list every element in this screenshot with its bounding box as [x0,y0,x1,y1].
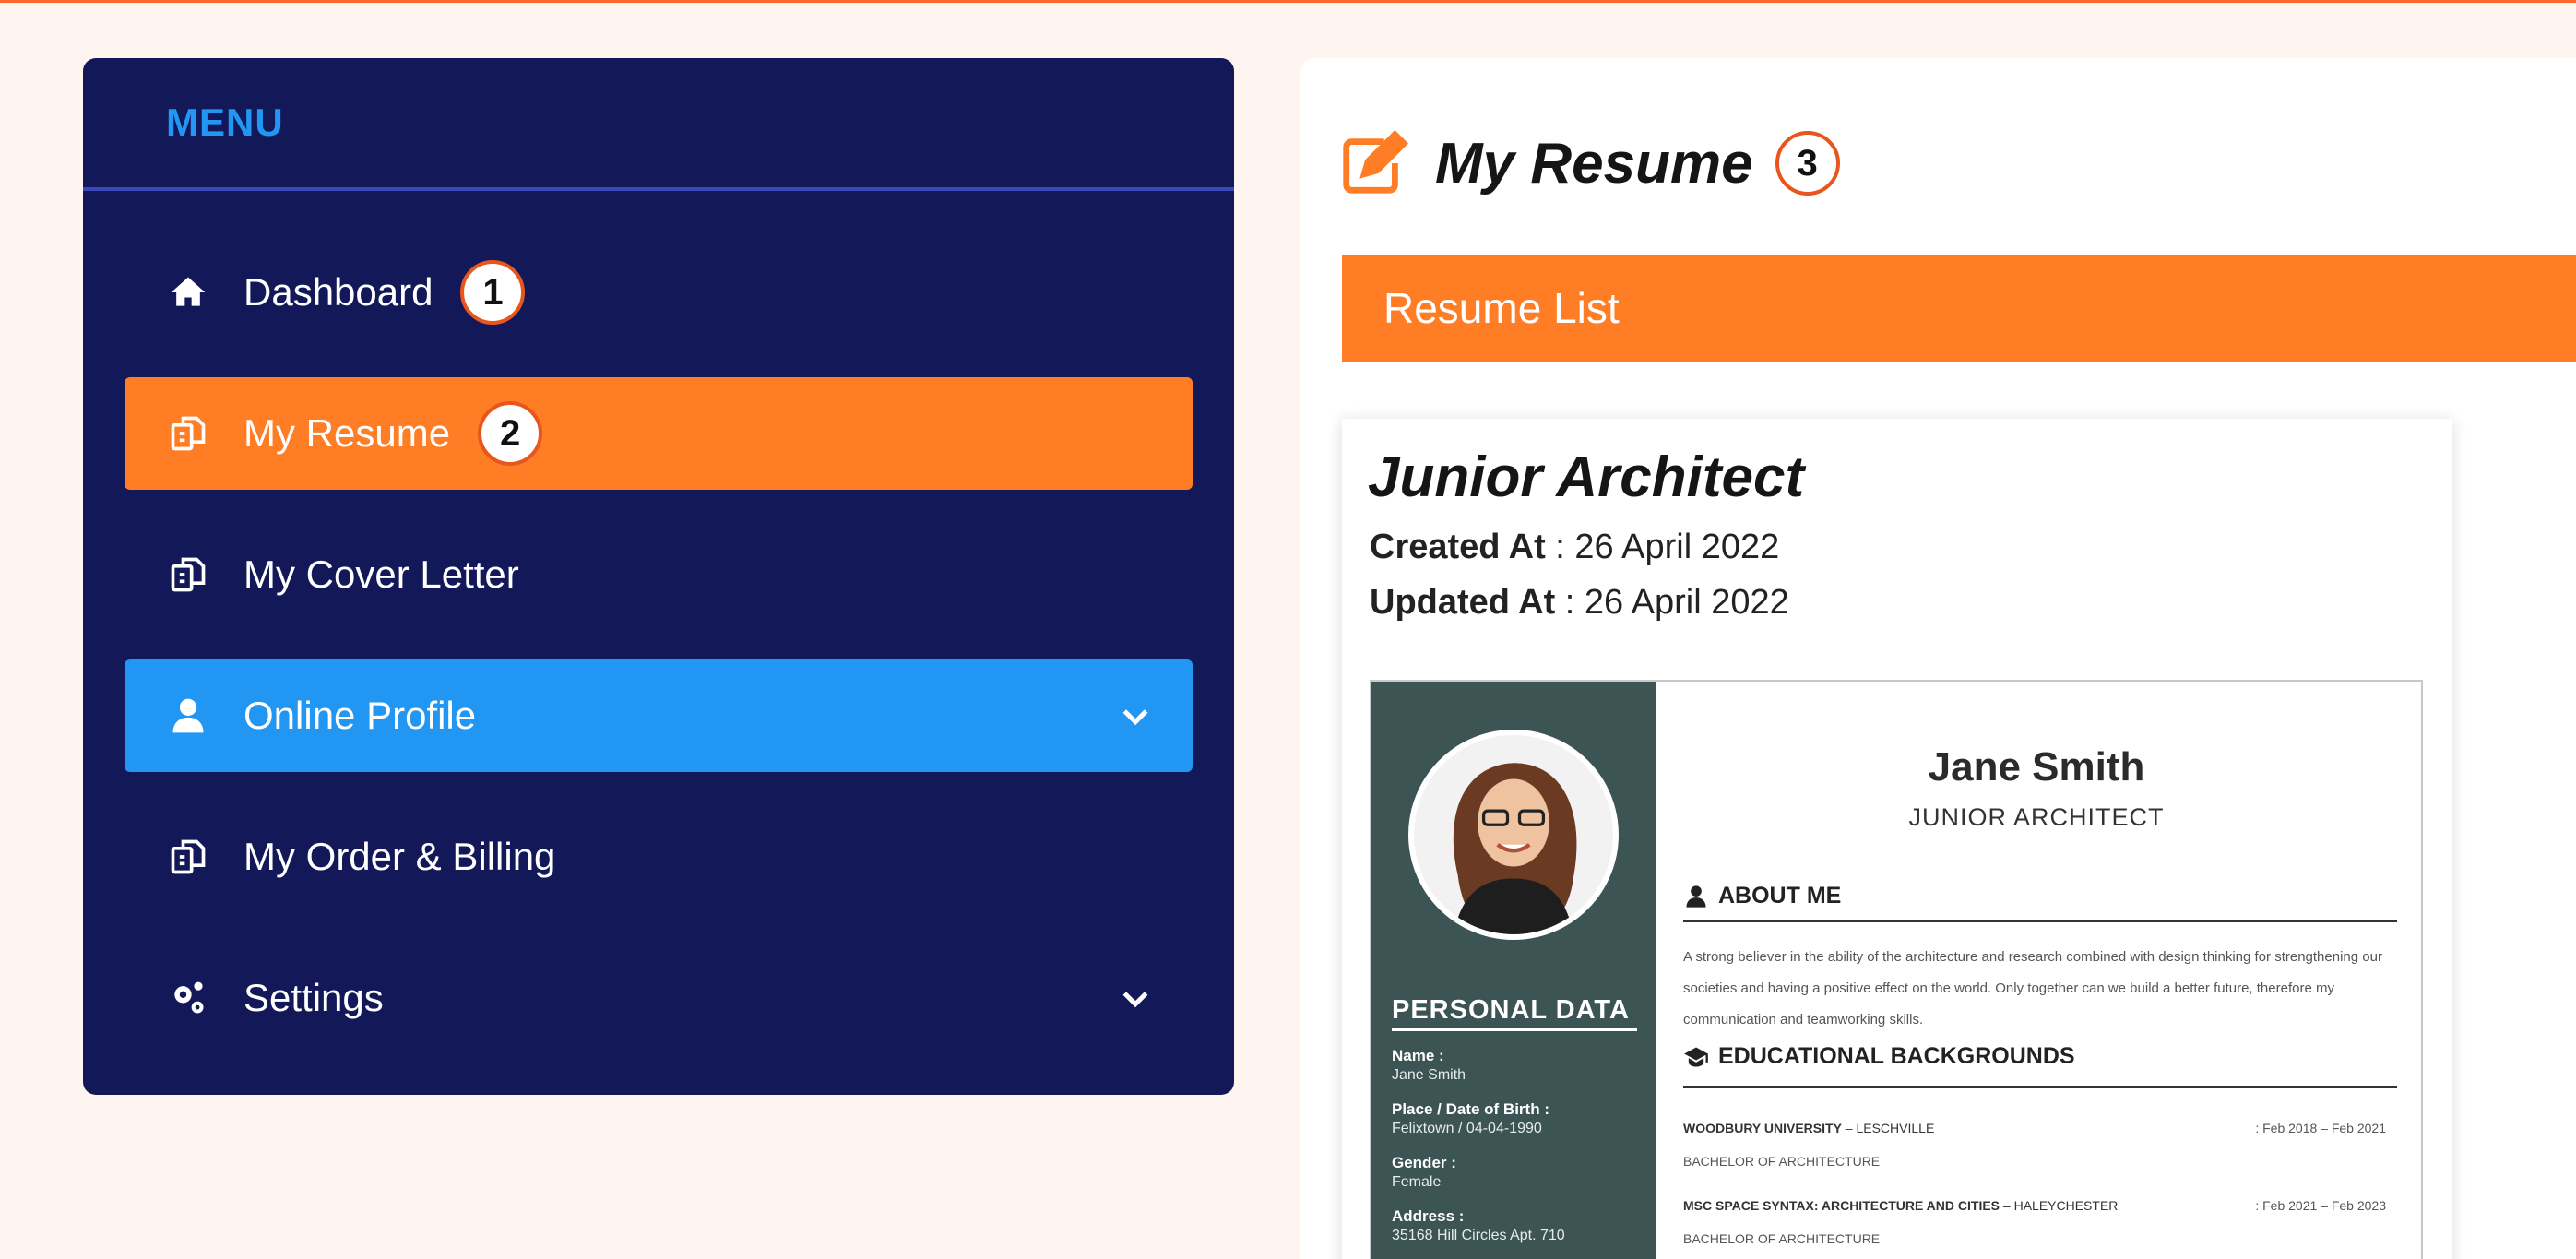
education-title: EDUCATIONAL BACKGROUNDS [1718,1043,2075,1069]
home-icon [166,270,210,315]
edit-icon [1337,127,1409,199]
resume-name: Jane Smith [1928,744,2145,790]
resume-preview[interactable]: PERSONAL DATA Name : Jane Smith Place / … [1370,680,2423,1259]
resume-sidebar: PERSONAL DATA Name : Jane Smith Place / … [1371,682,1656,1259]
step-badge: 1 [460,260,526,325]
created-at-value: : 26 April 2022 [1545,528,1780,566]
menu-title: MENU [166,101,284,144]
sidebar-item-label: Online Profile [243,694,477,737]
page-title: My Resume [1435,131,1753,196]
personal-value: Jane Smith [1392,1067,1466,1083]
graduation-cap-icon [1684,1047,1708,1066]
school-city: – LESCHVILLE [1841,1121,1935,1135]
education-degree: BACHELOR OF ARCHITECTURE [1683,1154,1881,1169]
divider [1683,1086,2397,1088]
education-row: WOODBURY UNIVERSITY – LESCHVILLE : Feb 2… [1683,1121,2403,1135]
personal-label: Place / Date of Birth : [1392,1100,1549,1118]
copy-icon [166,552,210,597]
chevron-down-icon[interactable] [1117,697,1154,734]
resume-role: JUNIOR ARCHITECT [1908,803,2165,831]
personal-label: Address : [1392,1207,1465,1225]
school-name: MSC SPACE SYNTAX: ARCHITECTURE AND CITIE… [1683,1198,2000,1213]
sidebar-item-online-profile[interactable]: Online Profile [125,659,1193,772]
updated-at-label: Updated At [1370,583,1556,622]
school-name: WOODBURY UNIVERSITY [1683,1121,1842,1135]
profile-photo [1408,730,1619,940]
education-degree: BACHELOR OF ARCHITECTURE [1683,1231,1881,1246]
created-at: Created At : 26 April 2022 [1370,528,1779,567]
personal-value: 35168 Hill Circles Apt. 710 [1392,1228,1565,1243]
menu-header: MENU [83,58,1234,191]
sidebar-item-my-cover-letter[interactable]: My Cover Letter [125,518,1193,631]
sidebar-item-label: Settings [243,976,384,1019]
about-title: ABOUT ME [1718,883,1842,909]
personal-label: Gender : [1392,1154,1456,1171]
resume-body: Jane Smith JUNIOR ARCHITECT ABOUT ME A s… [1656,682,2421,1259]
personal-value: Felixtown / 04-04-1990 [1392,1121,1542,1136]
sidebar-item-label: My Order & Billing [243,835,556,878]
page-header: My Resume 3 [1337,127,1840,199]
personal-value: Female [1392,1174,1442,1190]
sidebar-item-label: My Cover Letter [243,552,519,596]
sidebar-item-label: Dashboard [243,270,433,314]
resume-title: Junior Architect [1368,445,1805,509]
resume-card[interactable]: Junior Architect Created At : 26 April 2… [1342,419,2452,1259]
user-icon [1686,885,1706,908]
copy-icon [166,835,210,879]
education-row: MSC SPACE SYNTAX: ARCHITECTURE AND CITIE… [1683,1198,2403,1213]
resume-list-header: Resume List [1342,255,2576,362]
divider [1683,920,2397,922]
personal-label: Name : [1392,1047,1444,1064]
about-text: A strong believer in the ability of the … [1683,949,2382,1027]
user-icon [166,694,210,738]
education-dates: : Feb 2018 – Feb 2021 [2255,1121,2386,1135]
education-dates: : Feb 2021 – Feb 2023 [2255,1198,2386,1213]
sidebar-item-my-resume[interactable]: My Resume 2 [125,377,1193,490]
chevron-down-icon[interactable] [1117,980,1154,1016]
copy-icon [166,411,210,456]
sidebar-item-order-billing[interactable]: My Order & Billing [125,801,1193,913]
sidebar-menu: MENU Dashboard 1 My Resume 2 My Cover Le… [83,58,1234,1095]
sidebar-item-settings[interactable]: Settings [125,942,1193,1054]
step-badge: 2 [478,401,543,466]
personal-data-title: PERSONAL DATA [1392,995,1630,1025]
updated-at: Updated At : 26 April 2022 [1370,583,1789,623]
about-section-title: ABOUT ME [1683,883,1841,909]
main-panel: My Resume 3 Resume List Junior Architect… [1300,58,2576,1259]
gears-icon [166,976,210,1020]
education-section-title: EDUCATIONAL BACKGROUNDS [1683,1043,2075,1070]
updated-at-value: : 26 April 2022 [1555,583,1789,622]
sidebar-item-dashboard[interactable]: Dashboard 1 [125,236,1193,349]
sidebar-item-label: My Resume [243,411,451,455]
divider [1392,1028,1637,1031]
created-at-label: Created At [1370,528,1546,566]
resume-list-title: Resume List [1383,284,1620,332]
school-city: – HALEYCHESTER [2000,1198,2119,1213]
step-badge: 3 [1775,131,1840,196]
top-accent-line [0,0,2576,3]
